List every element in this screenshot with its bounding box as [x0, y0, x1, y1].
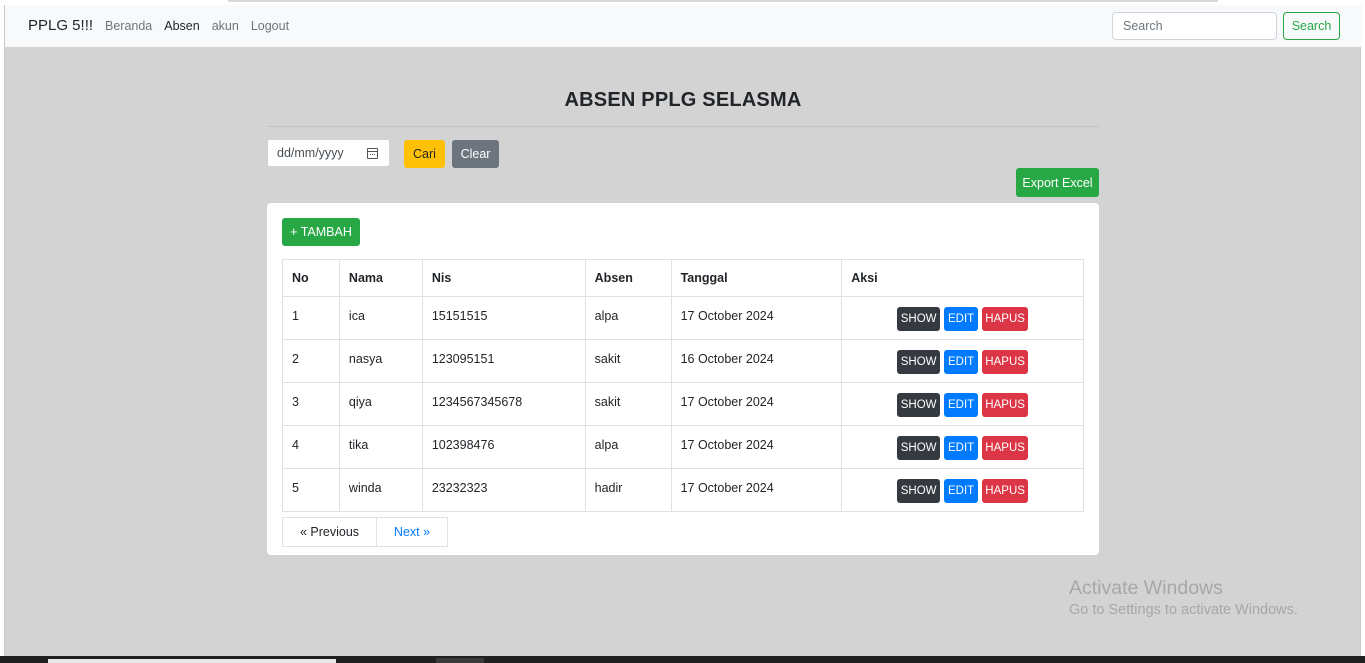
cell-aksi: SHOW EDIT HAPUS: [841, 296, 1084, 340]
navbar-brand[interactable]: PPLG 5!!!: [28, 17, 93, 34]
cell-absen: alpa: [584, 425, 672, 469]
hapus-button[interactable]: HAPUS: [982, 479, 1029, 503]
cari-button[interactable]: Cari: [404, 140, 445, 168]
cell-nama: tika: [338, 425, 423, 469]
cell-aksi: SHOW EDIT HAPUS: [841, 339, 1084, 383]
cell-nis: 23232323: [421, 468, 586, 512]
page-title: ABSEN PPLG SELASMA: [564, 89, 802, 111]
cell-no: 1: [282, 296, 340, 340]
cell-nis: 123095151: [421, 339, 586, 383]
cell-tanggal: 16 October 2024: [670, 339, 843, 383]
cell-nis: 102398476: [421, 425, 586, 469]
watermark-subtitle: Go to Settings to activate Windows.: [1069, 602, 1298, 618]
taskbar-segment: [436, 658, 484, 663]
cell-nama: nasya: [338, 339, 423, 383]
date-filter-input[interactable]: dd/mm/yyyy: [267, 139, 390, 167]
hapus-button[interactable]: HAPUS: [982, 350, 1029, 374]
cell-aksi: SHOW EDIT HAPUS: [841, 425, 1084, 469]
search-button[interactable]: Search: [1283, 12, 1340, 40]
watermark-title: Activate Windows: [1069, 577, 1223, 599]
edit-button[interactable]: EDIT: [944, 479, 979, 503]
hapus-button[interactable]: HAPUS: [982, 307, 1029, 331]
table-row: 1 ica 15151515 alpa 17 October 2024 SHOW…: [282, 296, 1084, 340]
cell-no: 5: [282, 468, 340, 512]
search-input[interactable]: [1112, 12, 1277, 40]
cell-aksi: SHOW EDIT HAPUS: [841, 468, 1084, 512]
cell-no: 4: [282, 425, 340, 469]
table-row: 4 tika 102398476 alpa 17 October 2024 SH…: [282, 425, 1084, 469]
header-aksi: Aksi: [841, 259, 1084, 297]
cell-nama: qiya: [338, 382, 423, 426]
show-button[interactable]: SHOW: [897, 307, 941, 331]
top-navbar: PPLG 5!!! Beranda Absen akun Logout Sear…: [5, 5, 1362, 47]
date-placeholder: dd/mm/yyyy: [277, 146, 344, 160]
previous-page-link[interactable]: « Previous: [282, 517, 377, 547]
table-row: 5 winda 23232323 hadir 17 October 2024 S…: [282, 468, 1084, 512]
cell-tanggal: 17 October 2024: [670, 425, 843, 469]
clear-button[interactable]: Clear: [452, 140, 499, 168]
cell-absen: sakit: [584, 339, 672, 383]
hapus-button[interactable]: HAPUS: [982, 393, 1029, 417]
cell-no: 2: [282, 339, 340, 383]
pagination: « Previous Next »: [282, 517, 448, 547]
nav-link-absen[interactable]: Absen: [164, 19, 199, 33]
cell-tanggal: 17 October 2024: [670, 382, 843, 426]
app-viewport: PPLG 5!!! Beranda Absen akun Logout Sear…: [4, 5, 1362, 656]
cell-absen: sakit: [584, 382, 672, 426]
nav-link-logout[interactable]: Logout: [251, 19, 289, 33]
table-header-row: No Nama Nis Absen Tanggal Aksi: [282, 259, 1084, 297]
header-no: No: [282, 259, 340, 297]
attendance-table: No Nama Nis Absen Tanggal Aksi 1 ica 151…: [282, 259, 1084, 512]
cell-nis: 1234567345678: [421, 382, 586, 426]
header-tanggal: Tanggal: [670, 259, 843, 297]
cell-tanggal: 17 October 2024: [670, 468, 843, 512]
show-button[interactable]: SHOW: [897, 350, 941, 374]
taskbar-edge: [0, 656, 1365, 663]
attendance-card: + TAMBAH No Nama Nis Absen Tanggal Aksi: [267, 203, 1099, 555]
header-absen: Absen: [584, 259, 672, 297]
cell-absen: hadir: [584, 468, 672, 512]
edit-button[interactable]: EDIT: [944, 307, 979, 331]
edit-button[interactable]: EDIT: [944, 350, 979, 374]
table-row: 3 qiya 1234567345678 sakit 17 October 20…: [282, 382, 1084, 426]
edit-button[interactable]: EDIT: [944, 436, 979, 460]
header-nis: Nis: [421, 259, 586, 297]
table-row: 2 nasya 123095151 sakit 16 October 2024 …: [282, 339, 1084, 383]
show-button[interactable]: SHOW: [897, 393, 941, 417]
show-button[interactable]: SHOW: [897, 436, 941, 460]
windows-activation-watermark: Activate Windows Go to Settings to activ…: [1069, 577, 1298, 618]
cell-nama: ica: [338, 296, 423, 340]
cell-nama: winda: [338, 468, 423, 512]
header-nama: Nama: [338, 259, 423, 297]
hapus-button[interactable]: HAPUS: [982, 436, 1029, 460]
cell-tanggal: 17 October 2024: [670, 296, 843, 340]
calendar-icon[interactable]: [367, 148, 378, 159]
taskbar-segment: [48, 659, 336, 663]
cell-nis: 15151515: [421, 296, 586, 340]
edit-button[interactable]: EDIT: [944, 393, 979, 417]
cell-aksi: SHOW EDIT HAPUS: [841, 382, 1084, 426]
nav-link-akun[interactable]: akun: [212, 19, 239, 33]
tambah-button[interactable]: + TAMBAH: [282, 218, 360, 246]
title-divider: [267, 126, 1099, 127]
nav-links: Beranda Absen akun Logout: [105, 19, 301, 33]
export-excel-button[interactable]: Export Excel: [1016, 168, 1099, 197]
next-page-link[interactable]: Next »: [376, 517, 448, 547]
nav-link-beranda[interactable]: Beranda: [105, 19, 152, 33]
show-button[interactable]: SHOW: [897, 479, 941, 503]
cell-no: 3: [282, 382, 340, 426]
cell-absen: alpa: [584, 296, 672, 340]
